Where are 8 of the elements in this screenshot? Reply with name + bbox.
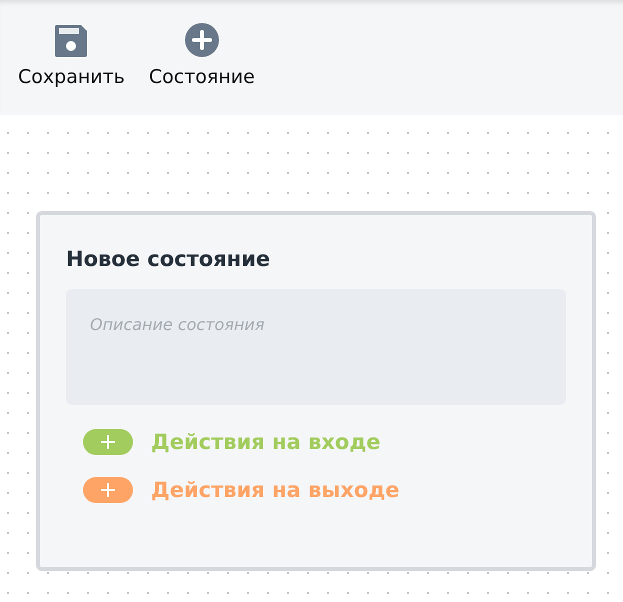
add-icon <box>184 22 220 58</box>
add-state-button[interactable]: Состояние <box>144 20 259 90</box>
plus-icon <box>100 482 116 498</box>
state-title: Новое состояние <box>66 246 272 273</box>
save-button[interactable]: Сохранить <box>14 20 129 90</box>
plus-icon <box>100 434 116 450</box>
description-field[interactable]: Описание состояния <box>66 289 566 405</box>
save-icon <box>53 22 90 58</box>
